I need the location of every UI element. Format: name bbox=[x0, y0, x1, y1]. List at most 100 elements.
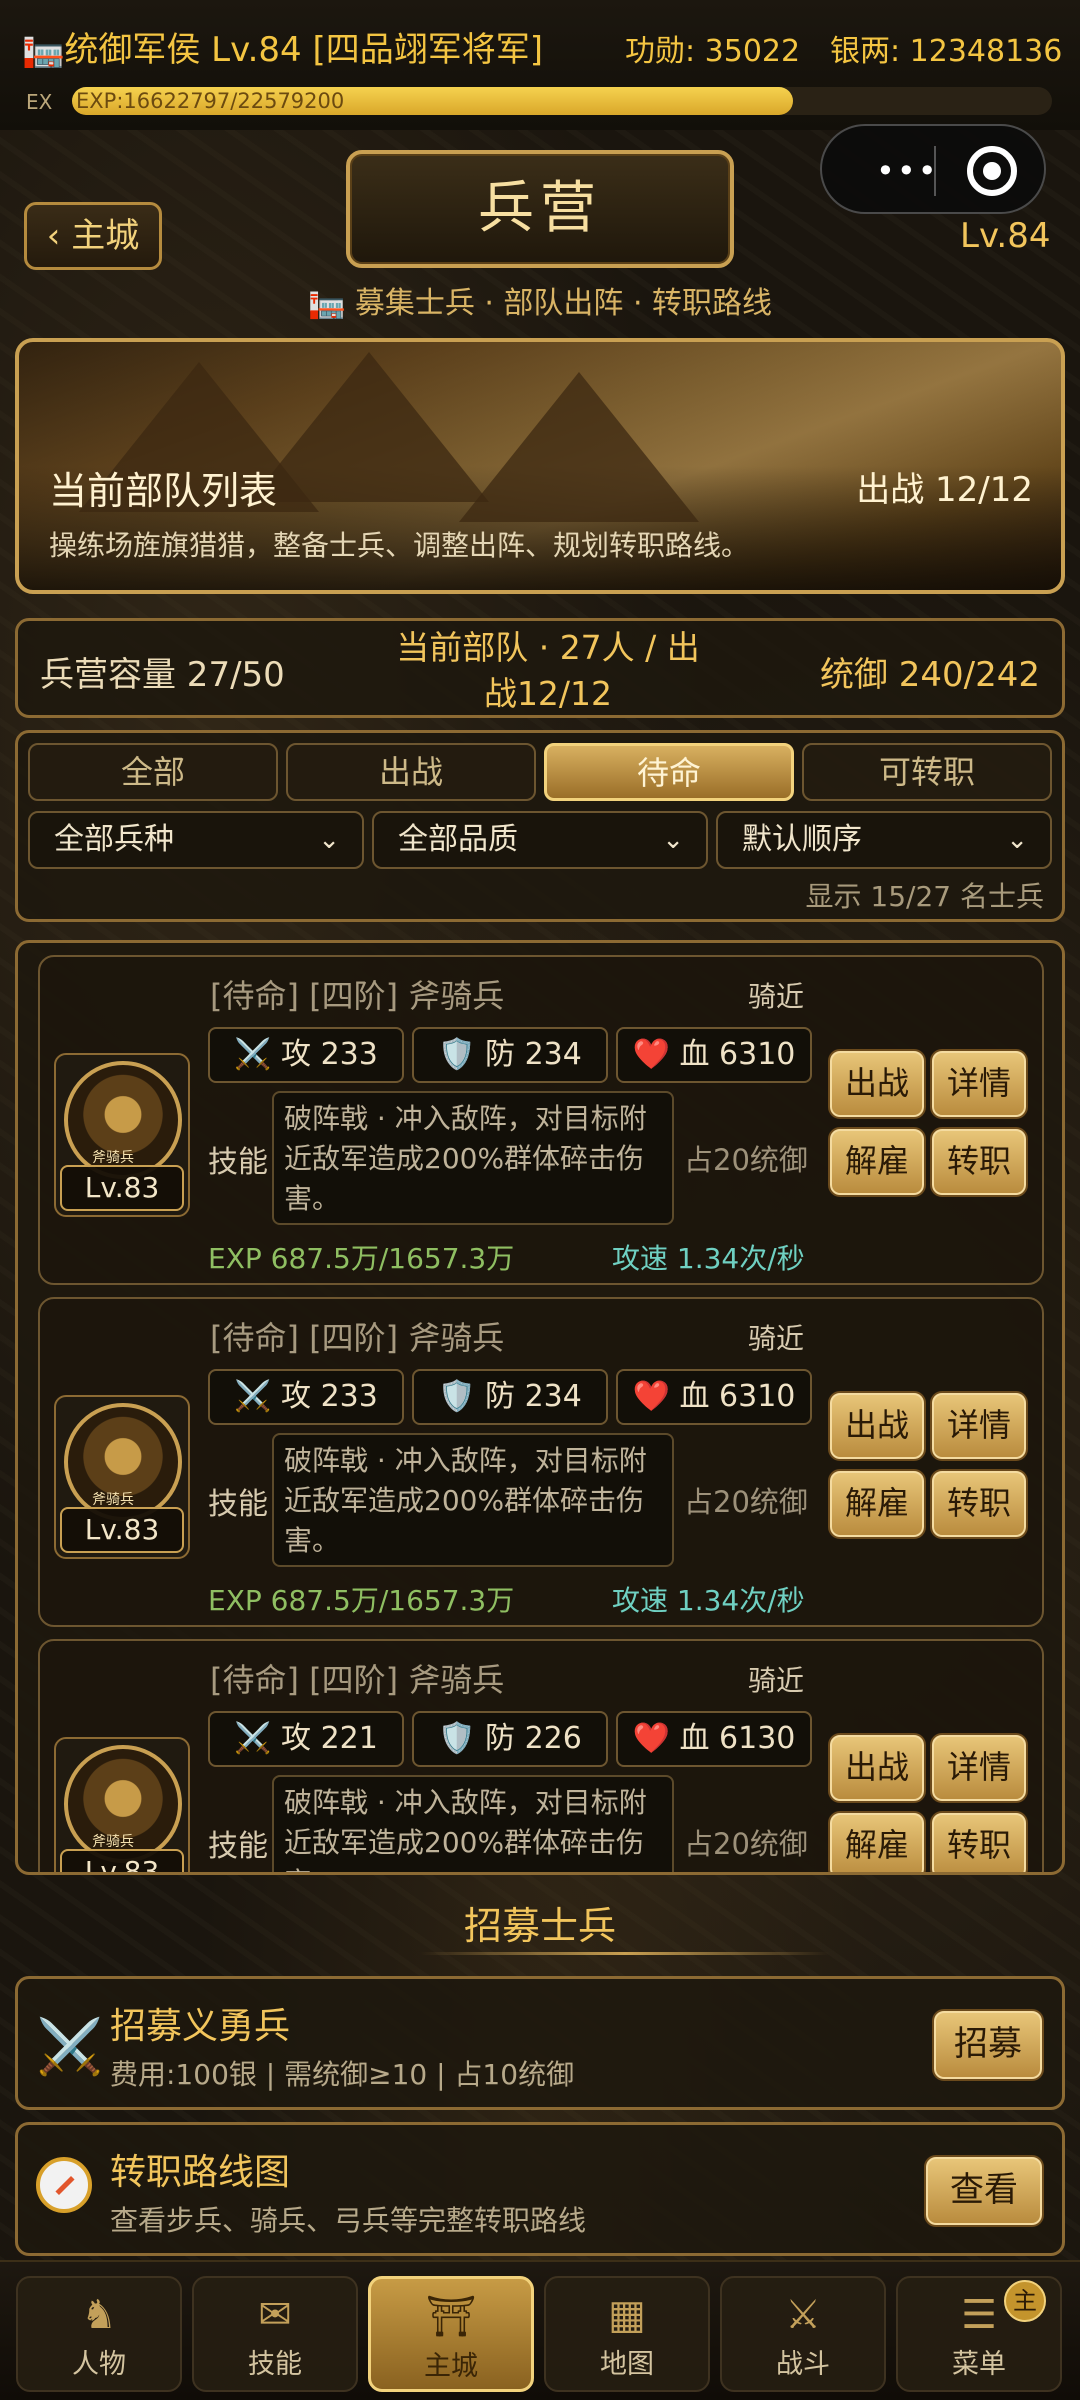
nav-skills[interactable]: ✉ 技能 bbox=[192, 2276, 358, 2392]
back-to-city-button[interactable]: ‹ 主城 bbox=[24, 202, 162, 270]
banner-description: 操练场旌旗猎猎，整备士兵、调整出阵、规划转职路线。 bbox=[49, 529, 750, 562]
avatar[interactable]: 斧骑兵 Lv.83 bbox=[54, 1053, 190, 1217]
attack-speed: 攻速 1.34次/秒 bbox=[612, 1584, 805, 1617]
barracks-stats-bar: 兵营容量 27/50 当前部队 · 27人 / 出 战12/12 统御 240/… bbox=[15, 618, 1065, 718]
sword-icon: ⚔️ bbox=[234, 1721, 272, 1756]
attack-value: 攻 233 bbox=[281, 1037, 378, 1072]
promote-button[interactable]: 转职 bbox=[930, 1811, 1028, 1872]
nav-menu[interactable]: ☰ 菜单 主 bbox=[896, 2276, 1062, 2392]
tent-illustration bbox=[249, 352, 489, 502]
promote-button[interactable]: 转职 bbox=[930, 1469, 1028, 1539]
shield-icon: 🛡️ bbox=[438, 1037, 476, 1072]
skill-description: 破阵戟 · 冲入敌阵，对目标附近敌军造成200%群体碎击伤害。 bbox=[272, 1091, 674, 1225]
capsule-divider bbox=[934, 146, 936, 196]
detail-button[interactable]: 详情 bbox=[930, 1049, 1028, 1119]
deploy-button[interactable]: 出战 bbox=[828, 1049, 926, 1119]
exp-label: EX bbox=[26, 90, 53, 114]
promote-button[interactable]: 转职 bbox=[930, 1127, 1028, 1197]
dismiss-button[interactable]: 解雇 bbox=[828, 1469, 926, 1539]
command-cost: 占20统御 bbox=[684, 1485, 808, 1519]
nav-battle[interactable]: ⚔ 战斗 bbox=[720, 2276, 886, 2392]
nav-label: 地图 bbox=[600, 2349, 654, 2380]
command-cost: 占20统御 bbox=[684, 1827, 808, 1861]
sort-order-value: 默认顺序 bbox=[742, 822, 862, 857]
avatar-tag: 斧骑兵 bbox=[92, 1492, 134, 1508]
soldier-name: [待命] [四阶] 斧骑兵 bbox=[210, 1319, 505, 1357]
soldier-exp: EXP 687.5万/1657.3万 bbox=[208, 1584, 515, 1617]
recruit-cost: 费用:100银 | 需统御≥10 | 占10统御 bbox=[110, 2058, 575, 2091]
skill-label: 技能 bbox=[208, 1145, 268, 1180]
avatar[interactable]: 斧骑兵 Lv.83 bbox=[54, 1737, 190, 1872]
view-route-button[interactable]: 查看 bbox=[924, 2155, 1044, 2227]
dismiss-button[interactable]: 解雇 bbox=[828, 1127, 926, 1197]
deploy-button[interactable]: 出战 bbox=[828, 1391, 926, 1461]
unit-type: 骑近 bbox=[748, 1322, 805, 1355]
recruit-button[interactable]: 招募 bbox=[932, 2009, 1044, 2081]
soldier-level: Lv.83 bbox=[60, 1849, 184, 1872]
skill-label: 技能 bbox=[208, 1487, 268, 1522]
soldier-card: 斧骑兵 Lv.83 [待命] [四阶] 斧骑兵 骑近 ⚔️ 攻 233 🛡️ 防… bbox=[38, 955, 1044, 1285]
defense-value: 防 226 bbox=[485, 1721, 582, 1756]
tab-deployed[interactable]: 出战 bbox=[286, 743, 536, 801]
command-cost: 占20统御 bbox=[684, 1143, 808, 1177]
page-title: 兵营 bbox=[478, 176, 602, 241]
command-points: 统御 240/242 bbox=[819, 655, 1040, 695]
sword-icon: ⚔️ bbox=[234, 1379, 272, 1414]
soldier-list[interactable]: 斧骑兵 Lv.83 [待命] [四阶] 斧骑兵 骑近 ⚔️ 攻 233 🛡️ 防… bbox=[15, 940, 1065, 1875]
avatar[interactable]: 斧骑兵 Lv.83 bbox=[54, 1395, 190, 1559]
detail-button[interactable]: 详情 bbox=[930, 1391, 1028, 1461]
soldier-name: [待命] [四阶] 斧骑兵 bbox=[210, 1661, 505, 1699]
shield-icon: 🛡️ bbox=[438, 1379, 476, 1414]
hp-value: 血 6130 bbox=[679, 1721, 796, 1756]
section-divider bbox=[420, 1952, 830, 1955]
defense-value: 防 234 bbox=[485, 1379, 582, 1414]
silver-value: 银两: 12348136 bbox=[830, 34, 1063, 69]
sort-order-select[interactable]: 默认顺序 ⌄ bbox=[716, 811, 1052, 869]
hp-value: 血 6310 bbox=[679, 1037, 796, 1072]
skill-description: 破阵戟 · 冲入敌阵，对目标附近敌军造成200%群体碎击伤害。 bbox=[272, 1775, 674, 1872]
banner-deploy-count: 出战 12/12 bbox=[856, 470, 1033, 510]
soldier-card: 斧骑兵 Lv.83 [待命] [四阶] 斧骑兵 骑近 ⚔️ 攻 233 🛡️ 防… bbox=[38, 1297, 1044, 1627]
nav-label: 菜单 bbox=[952, 2349, 1006, 2380]
recruit-title: 招募义勇兵 bbox=[110, 2006, 291, 2047]
chevron-down-icon: ⌄ bbox=[1006, 825, 1028, 855]
nav-label: 战斗 bbox=[776, 2349, 830, 2380]
heart-icon: ❤️ bbox=[632, 1721, 670, 1756]
tab-all[interactable]: 全部 bbox=[28, 743, 278, 801]
dismiss-button[interactable]: 解雇 bbox=[828, 1811, 926, 1872]
soldier-count: 显示 15/27 名士兵 bbox=[805, 880, 1045, 913]
close-target-icon[interactable] bbox=[967, 146, 1017, 196]
chevron-down-icon: ⌄ bbox=[662, 825, 684, 855]
soldier-level: Lv.83 bbox=[60, 1507, 184, 1553]
unit-type: 骑近 bbox=[748, 1664, 805, 1697]
nav-label: 主城 bbox=[424, 2351, 478, 2382]
nav-map[interactable]: ▦ 地图 bbox=[544, 2276, 710, 2392]
defense-value: 防 234 bbox=[485, 1037, 582, 1072]
defense-stat: 🛡️ 防 234 bbox=[412, 1027, 608, 1083]
unit-type-select[interactable]: 全部兵种 ⌄ bbox=[28, 811, 364, 869]
barracks-banner: 当前部队列表 出战 12/12 操练场旌旗猎猎，整备士兵、调整出阵、规划转职路线… bbox=[15, 338, 1065, 594]
hp-value: 血 6310 bbox=[679, 1379, 796, 1414]
filter-panel: 全部 出战 待命 可转职 全部兵种 ⌄ 全部品质 ⌄ 默认顺序 ⌄ 显示 15/… bbox=[15, 730, 1065, 922]
deploy-button[interactable]: 出战 bbox=[828, 1733, 926, 1803]
tab-promotable[interactable]: 可转职 bbox=[802, 743, 1052, 801]
skill-label: 技能 bbox=[208, 1829, 268, 1864]
more-icon[interactable]: ••• bbox=[876, 152, 939, 190]
sword-icon: ⚔️ bbox=[234, 1037, 272, 1072]
heart-icon: ❤️ bbox=[632, 1379, 670, 1414]
attack-value: 攻 221 bbox=[281, 1721, 378, 1756]
detail-button[interactable]: 详情 bbox=[930, 1733, 1028, 1803]
tab-standby[interactable]: 待命 bbox=[544, 743, 794, 801]
banner-title: 当前部队列表 bbox=[49, 469, 278, 513]
nav-character[interactable]: ♞ 人物 bbox=[16, 2276, 182, 2392]
unit-type-value: 全部兵种 bbox=[54, 822, 174, 857]
defense-stat: 🛡️ 防 234 bbox=[412, 1369, 608, 1425]
tent-illustration bbox=[459, 372, 699, 522]
skill-scroll-icon: ✉ bbox=[258, 2292, 292, 2338]
heart-icon: ❤️ bbox=[632, 1037, 670, 1072]
quality-select[interactable]: 全部品质 ⌄ bbox=[372, 811, 708, 869]
nav-main-city[interactable]: ⛩ 主城 bbox=[368, 2276, 534, 2392]
soldier-level: Lv.83 bbox=[60, 1165, 184, 1211]
soldier-card: 斧骑兵 Lv.83 [待命] [四阶] 斧骑兵 骑近 ⚔️ 攻 221 🛡️ 防… bbox=[38, 1639, 1044, 1872]
compass-icon bbox=[36, 2157, 92, 2213]
